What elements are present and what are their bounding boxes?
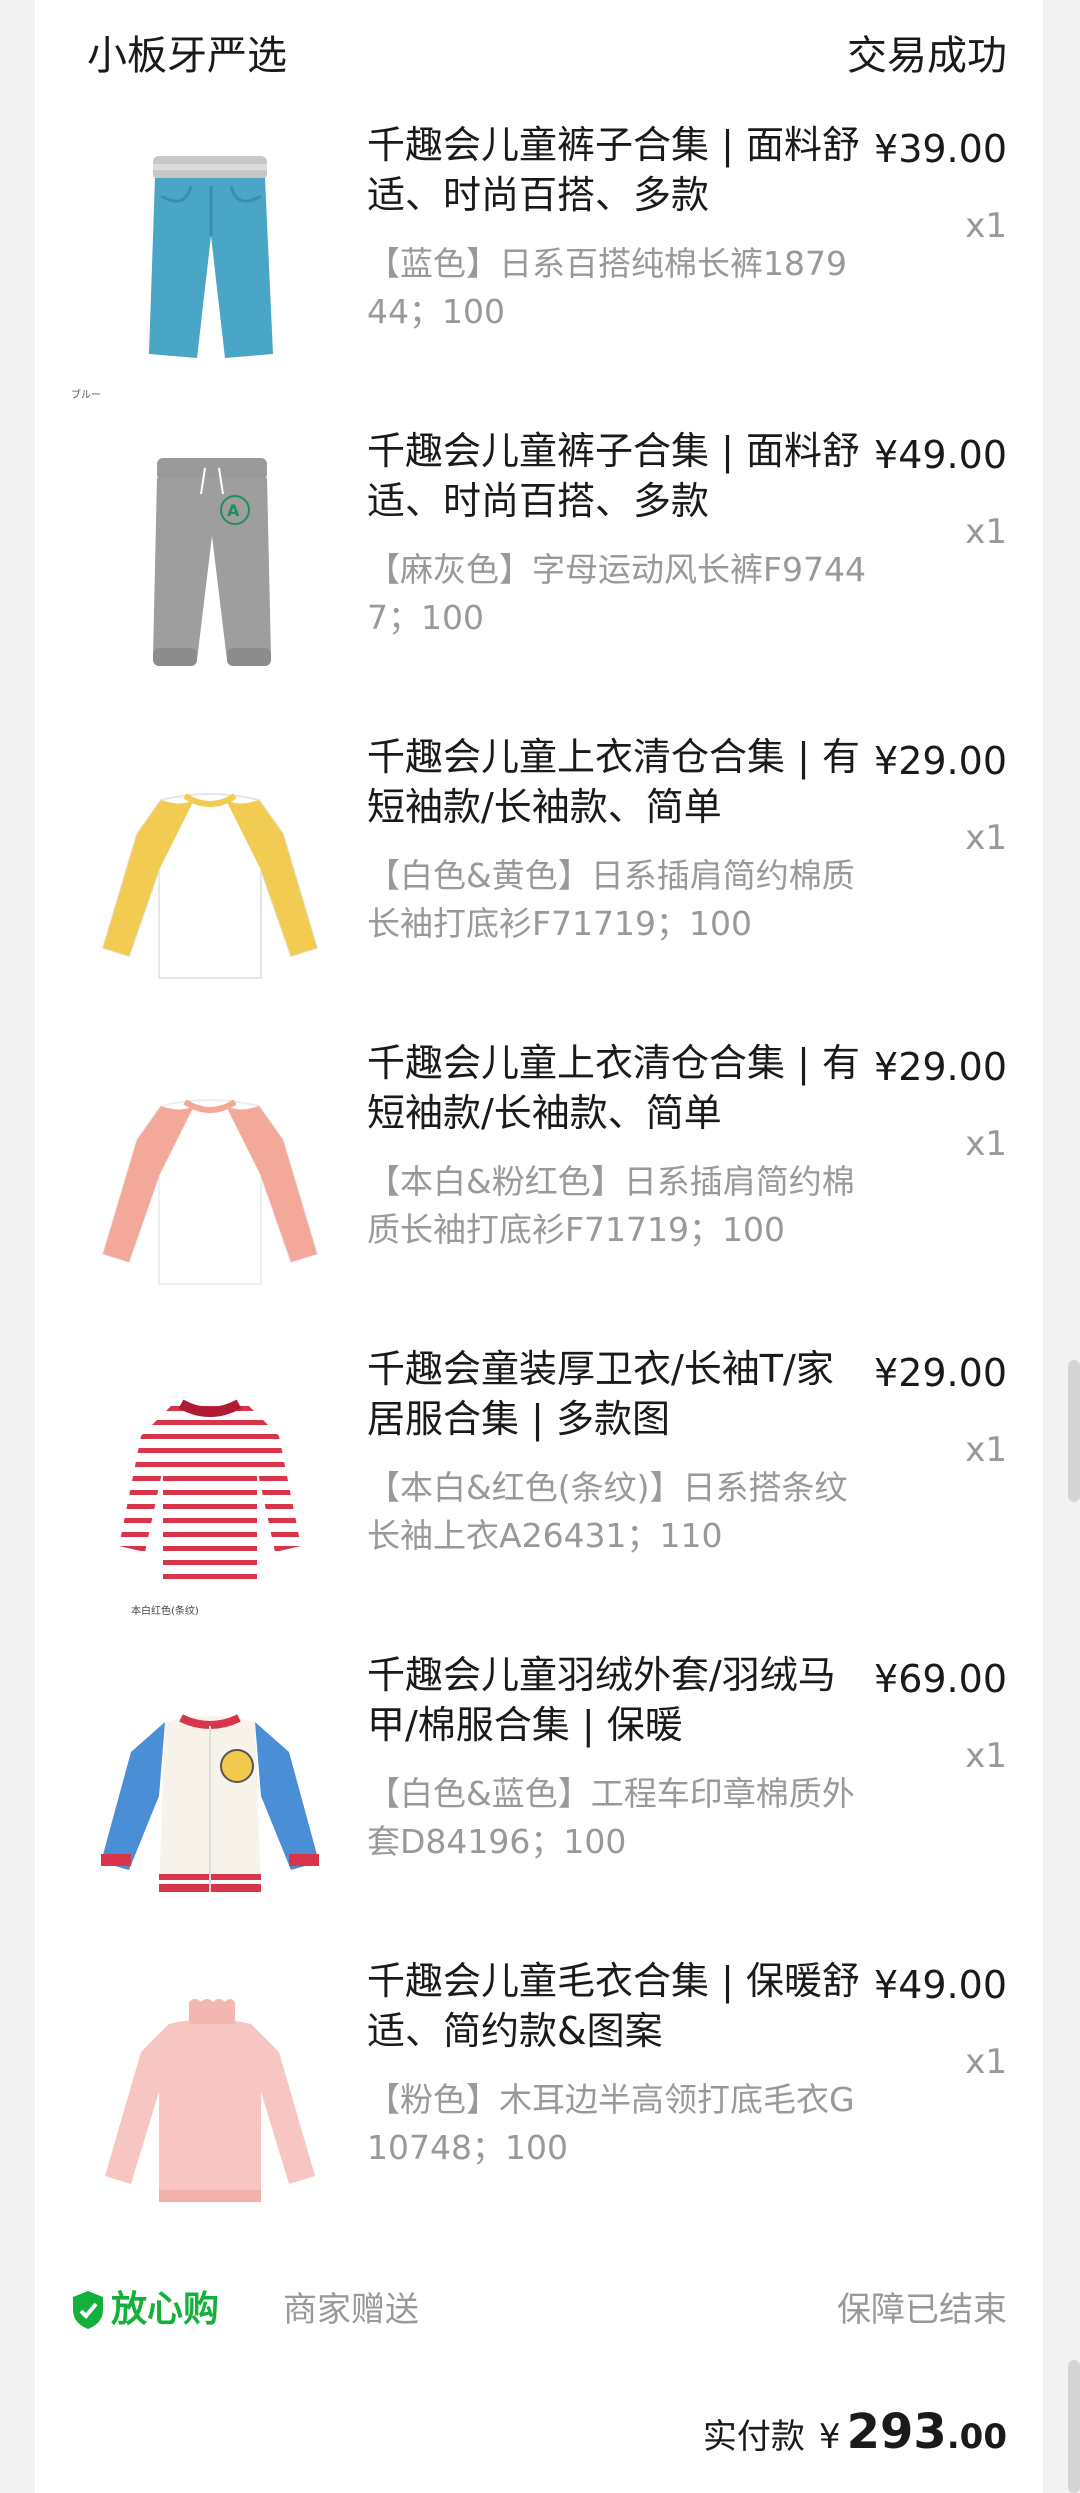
item-title[interactable]: 千趣会儿童裤子合集 | 面料舒适、时尚百搭、多款 xyxy=(367,426,867,526)
pink-raglan-shirt-icon[interactable] xyxy=(65,1044,355,1334)
item-title[interactable]: 千趣会儿童毛衣合集 | 保暖舒适、简约款&图案 xyxy=(367,1956,867,2056)
order-card: 小板牙严选 交易成功 ブルー 千趣会儿童裤子合集 | 面料舒适、时尚百搭、多款 … xyxy=(35,0,1043,2493)
varsity-jacket-icon[interactable] xyxy=(65,1656,355,1946)
item-title[interactable]: 千趣会儿童裤子合集 | 面料舒适、时尚百搭、多款 xyxy=(367,120,867,220)
item-sku: 【麻灰色】字母运动风长裤F97447；100 xyxy=(367,550,866,637)
item-price: ¥39.00 xyxy=(874,127,1007,171)
item-sku: 【本白&红色(条纹)】日系搭条纹长袖上衣A26431；110 xyxy=(367,1468,848,1555)
item-sku: 【白色&黄色】日系插肩简约棉质长袖打底衫F71719；100 xyxy=(367,856,855,943)
total-amount-integer: 293 xyxy=(846,2404,947,2460)
item-price: ¥69.00 xyxy=(874,1657,1007,1701)
yellow-raglan-shirt-icon[interactable] xyxy=(65,738,355,1028)
order-item[interactable]: ブルー 千趣会儿童裤子合集 | 面料舒适、时尚百搭、多款 【蓝色】日系百搭纯棉长… xyxy=(35,118,1043,424)
total-paid: 实付款 ¥293.00 xyxy=(703,2404,1007,2474)
item-title[interactable]: 千趣会童装厚卫衣/长袖T/家居服合集 | 多款图 xyxy=(367,1344,867,1444)
item-price: ¥49.00 xyxy=(874,1963,1007,2007)
item-sku: 【蓝色】日系百搭纯棉长裤187944；100 xyxy=(367,244,847,331)
item-price: ¥49.00 xyxy=(874,433,1007,477)
item-title[interactable]: 千趣会儿童上衣清仓合集 | 有短袖款/长袖款、简单 xyxy=(367,732,867,832)
item-quantity: x1 xyxy=(965,512,1007,552)
order-item[interactable]: 千趣会儿童毛衣合集 | 保暖舒适、简约款&图案 【粉色】木耳边半高领打底毛衣G1… xyxy=(35,1954,1043,2260)
gift-label: 商家赠送 xyxy=(283,2290,419,2330)
item-quantity: x1 xyxy=(965,1124,1007,1164)
item-price: ¥29.00 xyxy=(874,1045,1007,1089)
item-quantity: x1 xyxy=(965,818,1007,858)
blue-pants-icon[interactable]: ブルー xyxy=(65,126,355,416)
shop-name[interactable]: 小板牙严选 xyxy=(87,26,287,86)
red-striped-top-icon[interactable]: 本白红色(条纹) xyxy=(65,1350,355,1640)
item-title[interactable]: 千趣会儿童上衣清仓合集 | 有短袖款/长袖款、简单 xyxy=(367,1038,867,1138)
total-label: 实付款 xyxy=(702,2417,805,2457)
thumb-caption: ブルー xyxy=(71,388,101,401)
guarantee-status: 保障已结束 xyxy=(837,2290,1007,2330)
order-status: 交易成功 xyxy=(847,33,1007,79)
item-title[interactable]: 千趣会儿童羽绒外套/羽绒马甲/棉服合集 | 保暖 xyxy=(367,1650,867,1750)
item-price: ¥29.00 xyxy=(874,739,1007,783)
guarantee-label: 放心购 xyxy=(111,2289,220,2330)
item-sku: 【粉色】木耳边半高领打底毛衣G10748；100 xyxy=(367,2080,855,2167)
scrollbar-thumb-lower[interactable] xyxy=(1068,2360,1080,2493)
order-item[interactable]: 千趣会儿童上衣清仓合集 | 有短袖款/长袖款、简单 【白色&黄色】日系插肩简约棉… xyxy=(35,730,1043,1036)
svg-text:A: A xyxy=(227,501,240,520)
order-item[interactable]: A 千趣会儿童裤子合集 | 面料舒适、时尚百搭、多款 【麻灰色】字母运动风长裤F… xyxy=(35,424,1043,730)
item-quantity: x1 xyxy=(965,2042,1007,2082)
item-quantity: x1 xyxy=(965,1736,1007,1776)
thumb-caption: 本白红色(条纹) xyxy=(131,1604,199,1617)
order-item[interactable]: 千趣会儿童羽绒外套/羽绒马甲/棉服合集 | 保暖 【白色&蓝色】工程车印章棉质外… xyxy=(35,1648,1043,1954)
order-item[interactable]: 本白红色(条纹) 千趣会童装厚卫衣/长袖T/家居服合集 | 多款图 【本白&红色… xyxy=(35,1342,1043,1648)
total-amount-decimal: .00 xyxy=(946,2417,1007,2457)
guarantee-row[interactable]: 放心购 商家赠送 保障已结束 xyxy=(71,2280,1007,2340)
order-item[interactable]: 千趣会儿童上衣清仓合集 | 有短袖款/长袖款、简单 【本白&粉红色】日系插肩简约… xyxy=(35,1036,1043,1342)
pink-sweater-icon[interactable] xyxy=(65,1962,355,2252)
gray-sweatpants-icon[interactable]: A xyxy=(65,432,355,722)
item-quantity: x1 xyxy=(965,206,1007,246)
item-sku: 【白色&蓝色】工程车印章棉质外套D84196；100 xyxy=(367,1774,855,1861)
item-price: ¥29.00 xyxy=(874,1351,1007,1395)
total-currency: ¥ xyxy=(818,2417,841,2457)
scrollbar-thumb[interactable] xyxy=(1068,1360,1080,1502)
shop-header: 小板牙严选 交易成功 xyxy=(87,26,1007,86)
item-sku: 【本白&粉红色】日系插肩简约棉质长袖打底衫F71719；100 xyxy=(367,1162,855,1249)
shield-check-icon xyxy=(71,2290,105,2330)
item-quantity: x1 xyxy=(965,1430,1007,1470)
